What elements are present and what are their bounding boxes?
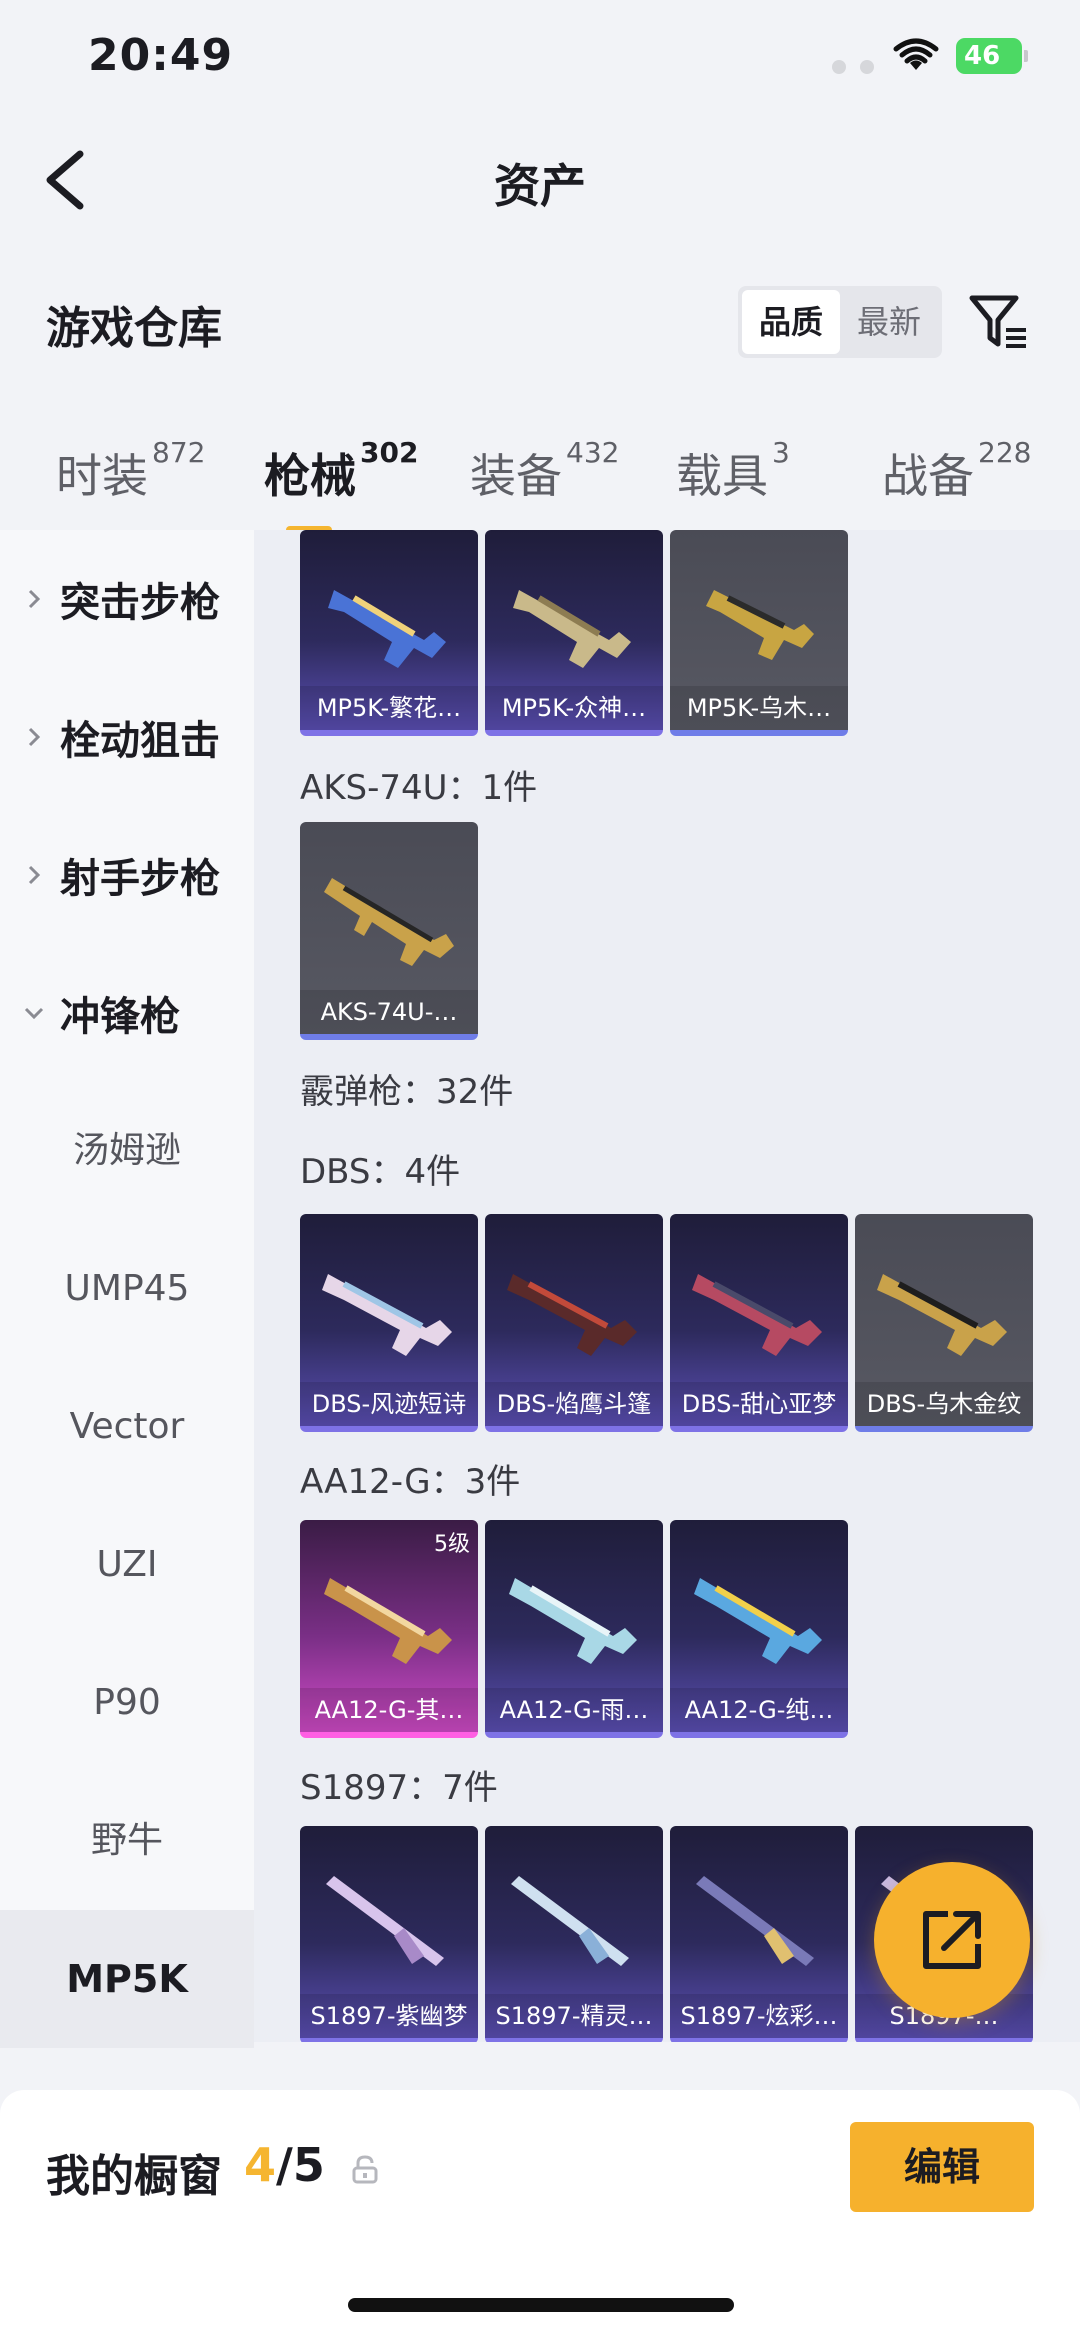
battery-indicator: 46 [956, 38, 1028, 74]
weapon-card-name: AA12-G-雨… [485, 1688, 663, 1732]
shotgun-skin-icon [326, 1876, 444, 1966]
sidebar-subitem-thompson[interactable]: 汤姆逊 [0, 1082, 254, 1220]
group-title-s1897: S1897：7件 [300, 1768, 498, 1808]
sort-toggle: 品质 最新 [738, 286, 942, 358]
weapon-card[interactable]: DBS-风迹短诗 [300, 1214, 478, 1432]
shotgun-skin-icon [694, 1578, 822, 1664]
shotgun-skin-icon [692, 1274, 822, 1356]
group-title-aa12g: AA12-G：3件 [300, 1462, 521, 1502]
shotgun-skin-icon [696, 1876, 814, 1966]
weapon-category-sidebar: 突击步枪 栓动狙击 射手步枪 冲锋枪 汤姆逊 UMP45 Vector UZI … [0, 530, 254, 2048]
sort-option-quality[interactable]: 品质 [742, 290, 840, 354]
sidebar-subitem-ump45[interactable]: UMP45 [0, 1220, 254, 1358]
sidebar-item-bolt-sniper[interactable]: 栓动狙击 [0, 668, 254, 806]
shotgun-skin-icon [507, 1274, 637, 1356]
weapon-card[interactable]: S1897-精灵… [485, 1826, 663, 2042]
showcase-count: 4/5 [244, 2138, 325, 2192]
sidebar-subitem-bizon[interactable]: 野牛 [0, 1772, 254, 1910]
weapon-card-name: DBS-乌木金纹 [855, 1382, 1033, 1426]
smg-skin-icon [706, 590, 814, 660]
sidebar-item-assault-rifle[interactable]: 突击步枪 [0, 530, 254, 668]
chevron-right-icon [28, 727, 41, 747]
weapon-card-name: MP5K-众神… [485, 686, 663, 730]
group-title-dbs: DBS：4件 [300, 1152, 461, 1192]
sidebar-item-label: 射手步枪 [60, 856, 220, 902]
signal-dots [832, 60, 874, 74]
weapon-card[interactable]: AKS-74U-… [300, 822, 478, 1040]
group-title-shotgun: 霰弹枪：32件 [300, 1072, 514, 1112]
tab-firearms[interactable]: 枪械 302 [264, 436, 418, 534]
weapon-card[interactable]: S1897-紫幽梦 [300, 1826, 478, 2042]
shotgun-skin-icon [322, 1274, 452, 1356]
nav-bar: 资产 [0, 120, 1080, 240]
weapon-list: MP5K-繁花… MP5K-众神… MP5K-乌木… AKS-74U：1件 AK… [254, 530, 1080, 2042]
tab-fashion[interactable]: 时装 872 [56, 436, 205, 506]
weapon-card[interactable]: AA12-G-纯… [670, 1520, 848, 1738]
wifi-icon [893, 38, 939, 70]
smg-skin-icon [328, 590, 446, 668]
chevron-right-icon [28, 865, 41, 885]
shotgun-skin-icon [509, 1578, 637, 1664]
sidebar-item-smg[interactable]: 冲锋枪 [0, 944, 254, 1082]
sidebar-subitem-vector[interactable]: Vector [0, 1358, 254, 1496]
chevron-down-icon [24, 1007, 44, 1020]
share-icon [923, 1911, 981, 1969]
chevron-right-icon [28, 589, 41, 609]
share-button[interactable] [874, 1862, 1030, 2018]
weapon-card-name: AA12-G-其… [300, 1688, 478, 1732]
sort-option-latest[interactable]: 最新 [840, 290, 938, 354]
weapon-card[interactable]: MP5K-众神… [485, 530, 663, 736]
status-time: 20:49 [88, 30, 234, 81]
weapon-card-name: MP5K-繁花… [300, 686, 478, 730]
showcase-label: 我的橱窗 [46, 2151, 222, 2202]
page-title: 资产 [494, 159, 586, 213]
warehouse-title: 游戏仓库 [46, 303, 222, 354]
shotgun-skin-icon [324, 1578, 452, 1664]
sidebar-subitem-p90[interactable]: P90 [0, 1634, 254, 1772]
weapon-card-name: DBS-焰鹰斗篷 [485, 1382, 663, 1426]
weapon-card[interactable]: AA12-G-雨… [485, 1520, 663, 1738]
sidebar-subitem-mp5k[interactable]: MP5K [0, 1910, 254, 2048]
weapon-card-name: S1897-紫幽梦 [300, 1994, 478, 2038]
smg-skin-icon [513, 590, 631, 668]
status-bar: 20:49 46 [0, 0, 1080, 120]
tab-supplies[interactable]: 战备 228 [882, 436, 1031, 506]
rifle-skin-icon [324, 878, 454, 966]
weapon-card-name: S1897-炫彩… [670, 1994, 848, 2038]
weapon-card-name: DBS-风迹短诗 [300, 1382, 478, 1426]
lock-icon[interactable] [352, 2154, 378, 2184]
weapon-card[interactable]: DBS-甜心亚梦 [670, 1214, 848, 1432]
shotgun-skin-icon [511, 1876, 629, 1966]
weapon-card[interactable]: S1897-炫彩… [670, 1826, 848, 2042]
home-indicator [348, 2298, 734, 2312]
filter-icon[interactable] [966, 290, 1030, 354]
sidebar-item-label: 冲锋枪 [60, 994, 180, 1040]
sidebar-item-label: 突击步枪 [60, 580, 220, 626]
category-tabs: 时装 872 枪械 302 装备 432 载具 3 战备 228 [0, 420, 1080, 534]
tab-vehicles[interactable]: 载具 3 [676, 436, 790, 506]
weapon-card-name: AA12-G-纯… [670, 1688, 848, 1732]
weapon-card-name: DBS-甜心亚梦 [670, 1382, 848, 1426]
edit-button[interactable]: 编辑 [850, 2122, 1034, 2212]
weapon-card[interactable]: DBS-乌木金纹 [855, 1214, 1033, 1432]
weapon-card-name: AKS-74U-… [300, 990, 478, 1034]
weapon-card[interactable]: DBS-焰鹰斗篷 [485, 1214, 663, 1432]
sidebar-subitem-uzi[interactable]: UZI [0, 1496, 254, 1634]
tab-equipment[interactable]: 装备 432 [470, 436, 619, 506]
group-title-aks74u: AKS-74U：1件 [300, 768, 538, 808]
weapon-card[interactable]: MP5K-乌木… [670, 530, 848, 736]
weapon-card-name: S1897-精灵… [485, 1994, 663, 2038]
weapon-card[interactable]: MP5K-繁花… [300, 530, 478, 736]
weapon-card[interactable]: 5级 AA12-G-其… [300, 1520, 478, 1738]
shotgun-skin-icon [877, 1274, 1007, 1356]
sidebar-item-label: 栓动狙击 [60, 718, 220, 764]
sidebar-item-marksman-rifle[interactable]: 射手步枪 [0, 806, 254, 944]
weapon-card-name: MP5K-乌木… [670, 686, 848, 730]
